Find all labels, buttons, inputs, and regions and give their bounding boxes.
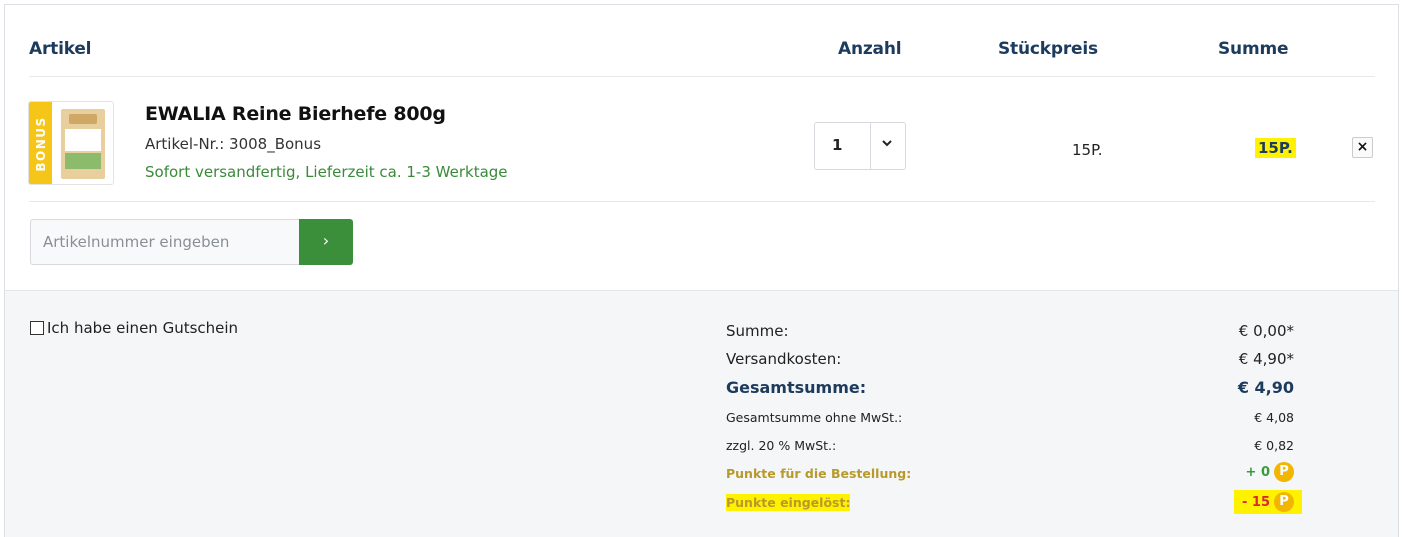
points-earned-value: + 0 P [1246,462,1294,482]
product-title[interactable]: EWALIA Reine Bierhefe 800g [145,103,446,125]
availability-status: Sofort versandfertig, Lieferzeit ca. 1-3… [145,163,508,181]
close-icon: × [1356,139,1369,155]
mwst-label: zzgl. 20 % MwSt.: [726,438,837,453]
summe-value: € 0,00* [1238,322,1294,340]
gesamtsumme-label: Gesamtsumme: [726,378,867,397]
versandkosten-value: € 4,90* [1238,350,1294,368]
item-sum: 15P. [1255,138,1296,158]
cart-item-row: BONUS EWALIA Reine Bierhefe 800g Artikel… [5,77,1398,201]
quantity-select[interactable]: 1 [814,122,906,170]
points-redeemed-value: - 15 P [1233,490,1302,514]
voucher-toggle[interactable]: Ich habe einen Gutschein [30,319,238,337]
points-earned-label: Punkte für die Bestellung: [726,466,912,481]
points-coin-icon: P [1274,492,1294,512]
quantity-separator [870,123,871,169]
column-header-summe: Summe [1218,39,1289,59]
bonus-badge-label: BONUS [33,116,48,172]
summe-label: Summe: [726,322,789,340]
cart-container: Artikel Anzahl Stückpreis Summe BONUS EW… [4,4,1399,537]
points-coin-icon: P [1274,462,1294,482]
product-bag-image [61,109,105,179]
chevron-down-icon[interactable] [881,136,893,154]
bonus-badge: BONUS [29,102,52,184]
column-header-artikel: Artikel [29,39,92,59]
product-image[interactable]: BONUS [28,101,114,185]
points-redeemed-label: Punkte eingelöst: [726,494,851,511]
netto-value: € 4,08 [1254,410,1294,425]
divider [29,201,1375,202]
quantity-value: 1 [832,136,843,154]
points-earned-amount: + 0 [1245,464,1270,480]
gesamtsumme-value: € 4,90 [1237,378,1294,397]
mwst-value: € 0,82 [1254,438,1294,453]
column-header-stueckpreis: Stückpreis [998,39,1098,59]
article-number-input[interactable] [30,219,300,265]
points-redeemed-amount: - 15 [1241,494,1270,510]
netto-label: Gesamtsumme ohne MwSt.: [726,410,903,425]
cart-footer: Ich habe einen Gutschein Summe: € 0,00* … [5,290,1398,537]
unit-price: 15P. [1072,141,1103,159]
chevron-right-icon: › [322,231,330,250]
voucher-label: Ich habe einen Gutschein [47,319,239,337]
add-article-button[interactable]: › [299,219,353,265]
remove-item-button[interactable]: × [1352,137,1373,158]
voucher-checkbox[interactable] [30,321,44,335]
cart-header: Artikel Anzahl Stückpreis Summe [5,5,1398,77]
add-article-form: › [30,219,353,265]
product-sku: Artikel-Nr.: 3008_Bonus [145,135,322,153]
column-header-anzahl: Anzahl [838,39,902,59]
versandkosten-label: Versandkosten: [726,350,842,368]
